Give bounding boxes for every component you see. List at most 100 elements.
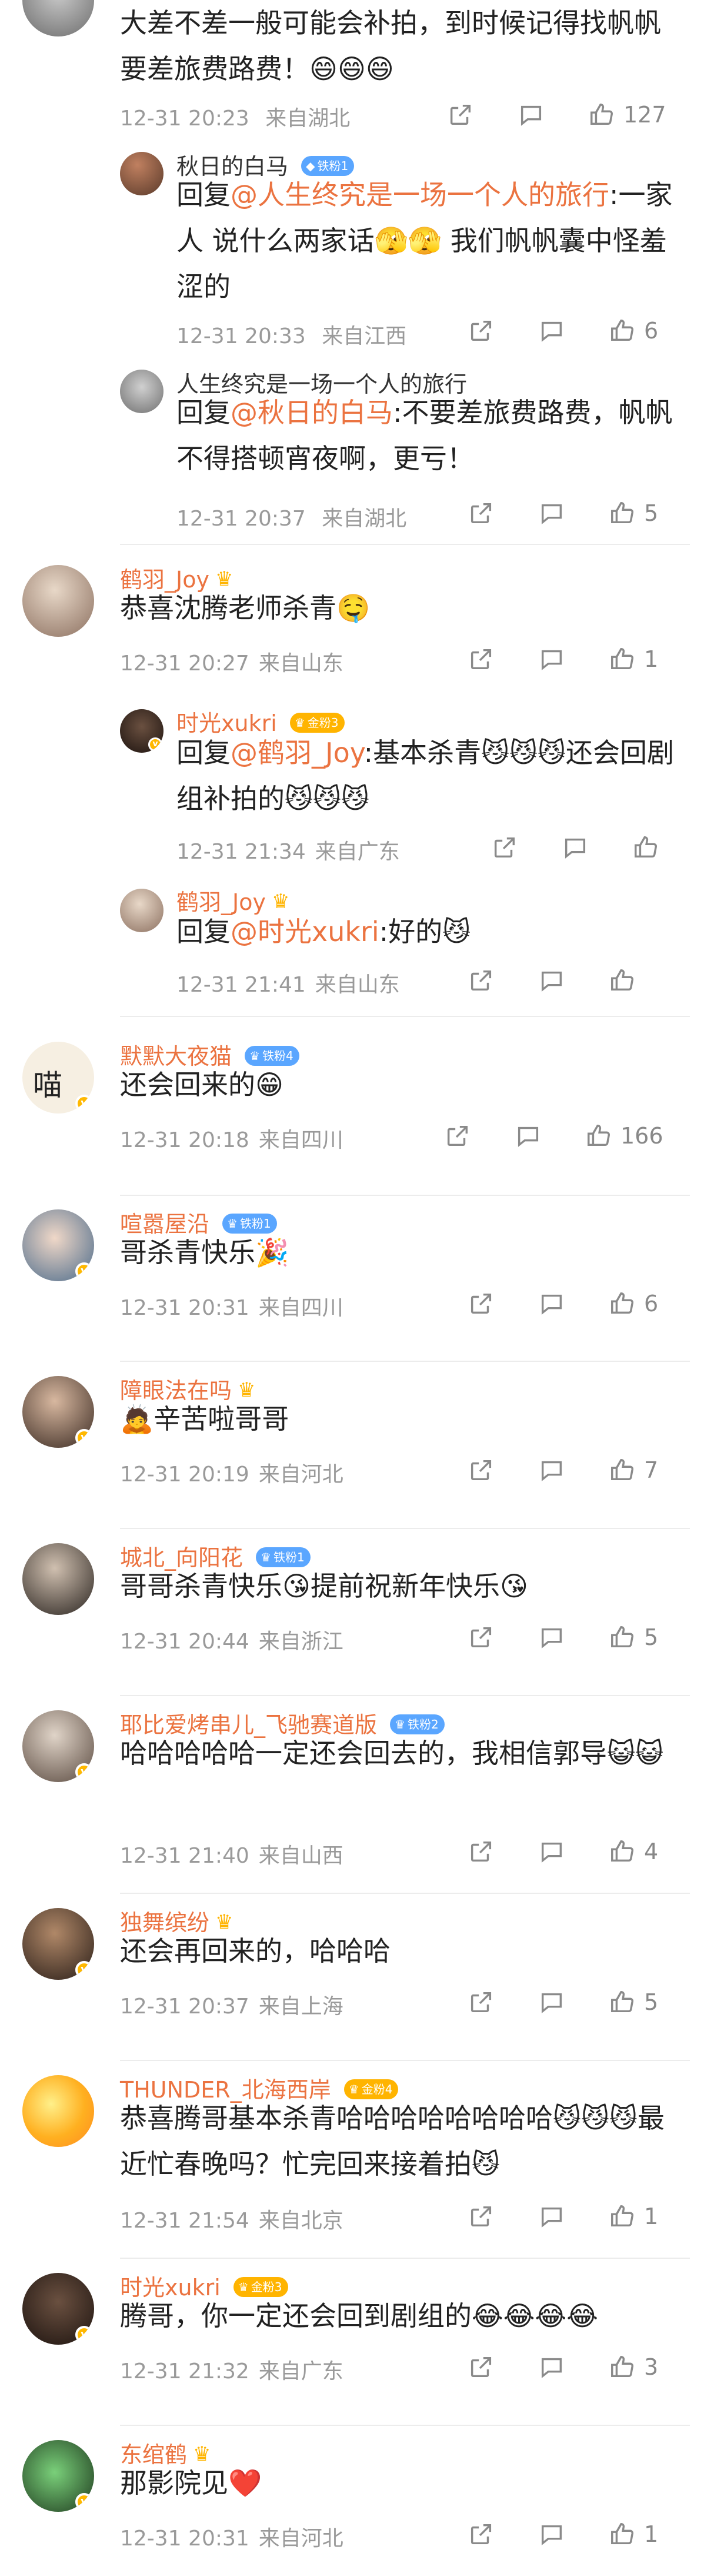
- divider: [120, 1016, 690, 1017]
- comment-text: 哥哥杀青快乐😘提前祝新年快乐😘: [120, 1570, 528, 1602]
- like-button[interactable]: 5: [609, 496, 658, 531]
- comment-button[interactable]: [538, 1834, 565, 1869]
- reply-meta: 12-31 21:34 来自广东: [176, 840, 400, 864]
- verified-icon: v: [75, 1763, 93, 1781]
- mention-link[interactable]: @秋日的白马: [231, 397, 393, 428]
- mention-link[interactable]: @时光xukri: [231, 916, 379, 948]
- avatar[interactable]: v: [22, 1710, 94, 1782]
- share-button[interactable]: [468, 1452, 495, 1488]
- comment-button[interactable]: [538, 963, 565, 998]
- share-button[interactable]: [444, 1118, 471, 1154]
- share-button[interactable]: [468, 641, 495, 677]
- like-button[interactable]: 7: [609, 1452, 658, 1488]
- share-button[interactable]: [468, 2517, 495, 2552]
- share-button[interactable]: [468, 963, 495, 998]
- share-button[interactable]: [468, 496, 495, 531]
- avatar[interactable]: [22, 0, 94, 36]
- comment-button[interactable]: [538, 1620, 565, 1655]
- comment-button[interactable]: [538, 1452, 565, 1488]
- crown-icon: ♛: [294, 715, 305, 730]
- like-button[interactable]: [609, 963, 644, 998]
- comment-icon: [541, 2525, 562, 2545]
- avatar[interactable]: [22, 565, 94, 637]
- avatar[interactable]: [22, 1543, 94, 1615]
- comment-button[interactable]: [538, 313, 565, 348]
- avatar[interactable]: 喵v: [22, 1042, 94, 1114]
- avatar[interactable]: v: [22, 2273, 94, 2345]
- like-button[interactable]: 1: [609, 641, 658, 677]
- comment-icon: [541, 504, 562, 524]
- divider: [120, 1195, 690, 1196]
- comment-icon: [521, 105, 542, 126]
- comment-icon: [565, 838, 586, 859]
- divider: [120, 1528, 690, 1529]
- share-button[interactable]: [468, 1286, 495, 1321]
- avatar[interactable]: [120, 152, 164, 195]
- comment-button[interactable]: [538, 641, 565, 677]
- avatar[interactable]: [120, 370, 164, 413]
- thumbs-up-icon: [611, 969, 633, 991]
- comment-text: 哥杀青快乐🎉: [120, 1237, 289, 1268]
- avatar[interactable]: v: [22, 1908, 94, 1980]
- comment-actions: 127: [447, 97, 700, 132]
- comment-actions: 1: [468, 2517, 700, 2552]
- comment-text: 哈哈哈哈哈一定还会回去的，我相信郭导😺😺: [120, 1737, 663, 1769]
- verified-icon: v: [75, 2326, 93, 2344]
- comment-text: 腾哥，你一定还会回到剧组的😂😂😂😂: [120, 2300, 598, 2332]
- thumbs-up-icon: [611, 2356, 633, 2378]
- comment-icon: [541, 1628, 562, 1648]
- avatar[interactable]: v: [22, 2440, 94, 2512]
- share-button[interactable]: [468, 313, 495, 348]
- like-button[interactable]: [632, 830, 668, 865]
- share-icon: [471, 320, 492, 341]
- comment-button[interactable]: [538, 1286, 565, 1321]
- like-button[interactable]: 166: [585, 1118, 663, 1154]
- comment-meta: 12-31 20:19 来自河北: [120, 1462, 343, 1487]
- like-button[interactable]: 5: [609, 1620, 658, 1655]
- like-button[interactable]: 4: [609, 1834, 658, 1869]
- comment-button[interactable]: [538, 496, 565, 531]
- comment-button[interactable]: [538, 2349, 565, 2385]
- crown-icon: ♛: [395, 1717, 406, 1731]
- share-button[interactable]: [468, 1985, 495, 2020]
- comment-button[interactable]: [562, 830, 589, 865]
- share-button[interactable]: [468, 1620, 495, 1655]
- avatar[interactable]: [120, 889, 164, 932]
- crown-icon: ♛: [227, 1216, 238, 1231]
- like-button[interactable]: 1: [609, 2199, 658, 2234]
- crown-icon: ♛: [261, 1550, 272, 1564]
- divider: [120, 2425, 690, 2426]
- thumbs-up-icon: [611, 502, 633, 524]
- verified-icon: v: [75, 1961, 93, 1979]
- share-button[interactable]: [447, 97, 474, 132]
- like-button[interactable]: 5: [609, 1985, 658, 2020]
- share-button[interactable]: [468, 2349, 495, 2385]
- comment-time: 12-31 20:23: [120, 107, 249, 131]
- comment-actions: 6: [468, 1286, 700, 1321]
- like-button[interactable]: 1: [609, 2517, 658, 2552]
- comment-button[interactable]: [538, 2517, 565, 2552]
- share-button[interactable]: [468, 2199, 495, 2234]
- share-button[interactable]: [491, 830, 518, 865]
- comment-button[interactable]: [538, 1985, 565, 2020]
- avatar[interactable]: [22, 2075, 94, 2147]
- comment-actions: 3: [468, 2349, 700, 2385]
- reply-text: 回复@时光xukri:好的😼: [176, 916, 471, 948]
- share-icon: [494, 837, 515, 858]
- thumbs-up-icon: [611, 648, 633, 670]
- comment-button[interactable]: [515, 1118, 542, 1154]
- like-button[interactable]: 6: [609, 313, 658, 348]
- like-button[interactable]: 127: [588, 97, 666, 132]
- avatar[interactable]: v: [120, 709, 164, 753]
- comment-button[interactable]: [518, 97, 545, 132]
- share-button[interactable]: [468, 1834, 495, 1869]
- mention-link[interactable]: @鹤羽_Joy: [231, 737, 364, 769]
- like-button[interactable]: 6: [609, 1286, 658, 1321]
- avatar[interactable]: v: [22, 1209, 94, 1281]
- like-button[interactable]: 3: [609, 2349, 658, 2385]
- mention-link[interactable]: @人生终究是一场一个人的旅行: [231, 179, 609, 211]
- comment-button[interactable]: [538, 2199, 565, 2234]
- avatar[interactable]: v: [22, 1376, 94, 1448]
- share-icon: [471, 649, 492, 670]
- reply-text: 回复@人生终究是一场一个人的旅行:一家人 说什么两家话🫣🫣 我们帆帆囊中怪羞涩的: [176, 179, 673, 303]
